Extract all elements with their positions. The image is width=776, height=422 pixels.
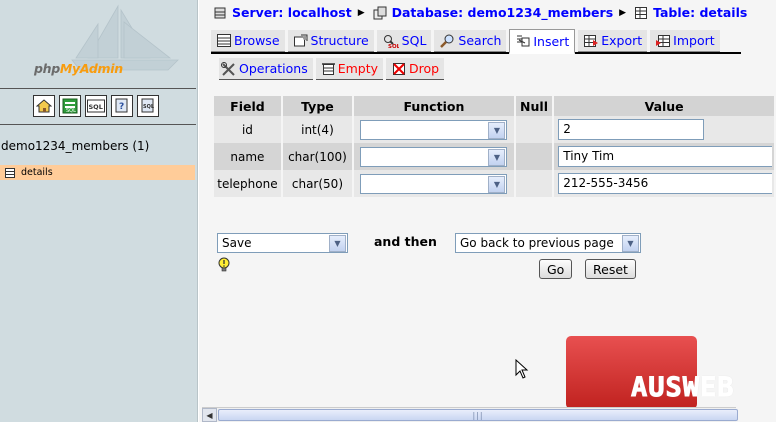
value-cell: 212-555-3456: [554, 170, 774, 197]
server-icon: [214, 7, 226, 18]
column-header-null: Null: [515, 96, 553, 116]
sidebar-item-label: details: [21, 167, 53, 178]
sql-icon: SQL: [383, 34, 399, 48]
breadcrumb-separator-icon: ▶: [357, 7, 365, 18]
table-row: telephone char(50) ▼ 212-555-3456: [214, 170, 774, 197]
field-name: id: [214, 116, 281, 143]
function-select[interactable]: ▼: [360, 120, 508, 140]
empty-icon: [321, 62, 335, 75]
table-row: id int(4) ▼ 2: [214, 116, 774, 143]
structure-icon: [293, 34, 308, 47]
null-cell: [515, 116, 553, 143]
chevron-down-icon[interactable]: ▼: [622, 234, 639, 252]
chevron-down-icon[interactable]: ▼: [488, 148, 506, 166]
column-header-type: Type: [282, 96, 353, 116]
breadcrumb: Server: localhost ▶ Database: demo1234_m…: [213, 5, 747, 20]
tab-drop[interactable]: Drop: [386, 58, 445, 80]
field-type: int(4): [282, 116, 353, 143]
chevron-down-icon[interactable]: ▼: [329, 234, 346, 252]
value-cell: Tiny Tim: [554, 143, 774, 170]
mouse-cursor-icon: [515, 359, 529, 379]
chevron-down-icon[interactable]: ▼: [488, 121, 506, 139]
tab-operations[interactable]: Operations: [219, 58, 313, 80]
tab-insert[interactable]: Insert: [509, 29, 576, 54]
home-icon[interactable]: [33, 95, 55, 117]
sidebar-database-link[interactable]: demo1234_members (1): [1, 139, 149, 153]
tab-browse[interactable]: Browse: [211, 30, 285, 52]
sql-icon[interactable]: SQL: [85, 95, 107, 117]
column-header-field: Field: [214, 96, 281, 116]
field-type: char(100): [282, 143, 353, 170]
function-select[interactable]: ▼: [360, 174, 508, 194]
svg-text:?: ?: [119, 102, 124, 112]
tab-bar-secondary: Operations Empty Drop: [219, 56, 445, 80]
go-button[interactable]: Go: [539, 259, 573, 279]
null-cell: [515, 143, 553, 170]
drop-icon: [393, 62, 406, 75]
table-header-row: Field Type Function Null Value: [214, 96, 774, 116]
logo-text: phpMyAdmin: [34, 61, 123, 76]
function-select[interactable]: ▼: [360, 147, 508, 167]
and-then-label: and then: [374, 234, 437, 249]
svg-text:SQL: SQL: [66, 108, 76, 114]
column-header-value: Value: [554, 96, 774, 116]
sidebar-item-details[interactable]: details: [0, 165, 195, 180]
search-icon: [440, 34, 454, 48]
insert-icon: [517, 35, 530, 47]
browse-icon: [217, 34, 231, 47]
database-icon: [373, 6, 387, 19]
left-frame: phpMyAdmin SQL SQL ? SQL demo1234_member…: [0, 0, 198, 422]
value-cell: 2: [554, 116, 774, 143]
scroll-left-icon[interactable]: ◀: [202, 408, 217, 422]
reset-button[interactable]: Reset: [585, 259, 636, 279]
value-input[interactable]: 212-555-3456: [558, 173, 773, 194]
value-input[interactable]: 2: [558, 119, 705, 140]
column-header-function: Function: [354, 96, 514, 116]
horizontal-scrollbar[interactable]: ◀ |||: [202, 407, 738, 422]
function-cell: ▼: [354, 116, 514, 143]
tab-search[interactable]: Search: [434, 30, 507, 52]
tab-bar: Browse Structure SQL SQL Search Insert E…: [211, 29, 741, 54]
after-insert-select[interactable]: Go back to previous page ▼: [455, 233, 641, 253]
breadcrumb-server[interactable]: Server: localhost: [213, 5, 352, 20]
table-icon[interactable]: [5, 167, 15, 178]
sql-docs-icon[interactable]: SQL: [137, 95, 159, 117]
export-icon: [584, 34, 599, 47]
svg-text:SQL: SQL: [89, 103, 103, 111]
insert-table: Field Type Function Null Value id int(4)…: [212, 96, 776, 197]
field-name: name: [214, 143, 281, 170]
lightbulb-icon[interactable]: [218, 257, 230, 273]
function-cell: ▼: [354, 143, 514, 170]
table-icon: [635, 6, 648, 19]
tab-empty[interactable]: Empty: [315, 58, 384, 80]
svg-text:SQL: SQL: [388, 44, 399, 48]
operations-icon: [221, 61, 235, 76]
tab-import[interactable]: Import: [650, 30, 720, 52]
main-frame: Server: localhost ▶ Database: demo1234_m…: [199, 0, 776, 422]
table-row: name char(100) ▼ Tiny Tim: [214, 143, 774, 170]
field-name: telephone: [214, 170, 281, 197]
null-cell: [515, 170, 553, 197]
breadcrumb-database[interactable]: Database: demo1234_members: [373, 5, 613, 20]
value-input[interactable]: Tiny Tim: [558, 146, 773, 167]
docs-icon[interactable]: ?: [111, 95, 133, 117]
sidebar-divider: [0, 88, 196, 89]
tab-export[interactable]: Export: [578, 30, 648, 52]
svg-text:SQL: SQL: [143, 104, 155, 110]
query-window-icon[interactable]: SQL: [59, 95, 81, 117]
chevron-down-icon[interactable]: ▼: [488, 175, 506, 193]
breadcrumb-table[interactable]: Table: details: [634, 5, 747, 20]
watermark-text: AUSWEB: [631, 372, 735, 404]
scrollbar-thumb[interactable]: |||: [218, 409, 738, 421]
quick-icons: SQL SQL ? SQL: [33, 95, 159, 117]
action-select[interactable]: Save ▼: [217, 233, 348, 253]
tab-structure[interactable]: Structure: [287, 30, 374, 52]
tab-sql[interactable]: SQL SQL: [376, 30, 432, 52]
import-icon: [656, 34, 671, 47]
phpmyadmin-logo[interactable]: phpMyAdmin: [0, 0, 198, 86]
function-cell: ▼: [354, 170, 514, 197]
sidebar-divider: [0, 124, 196, 125]
breadcrumb-separator-icon: ▶: [619, 7, 627, 18]
field-type: char(50): [282, 170, 353, 197]
